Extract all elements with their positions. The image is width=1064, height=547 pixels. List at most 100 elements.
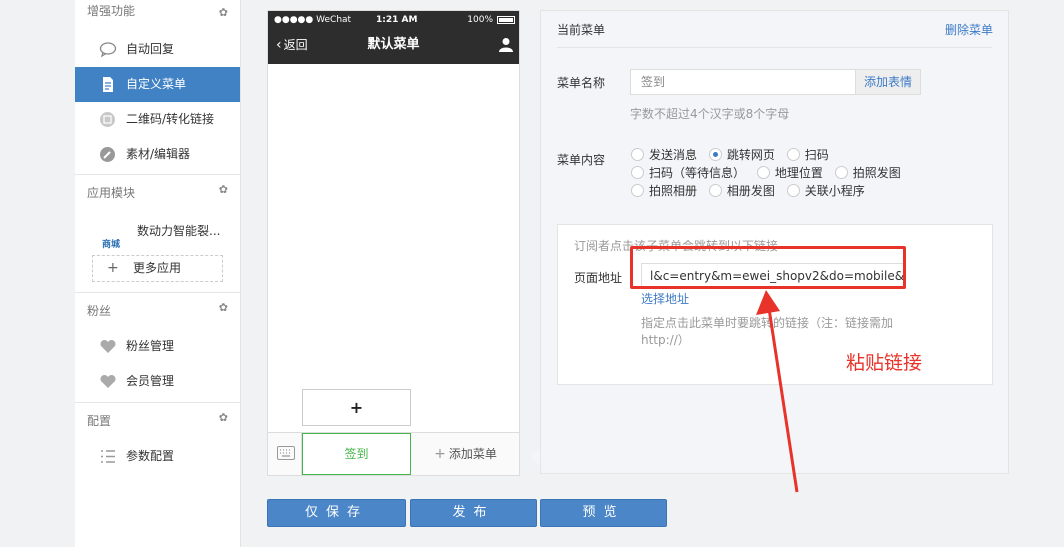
menu-name-hint: 字数不超过4个汉字或8个字母 xyxy=(630,107,790,121)
sidebar-item-label: 自动回复 xyxy=(126,42,175,56)
menu-name-input[interactable]: 签到 xyxy=(630,69,856,95)
sidebar-item-custom-menu[interactable]: 自定义菜单 xyxy=(75,67,240,102)
radio-dot xyxy=(786,184,800,197)
add-submenu-button[interactable]: + xyxy=(302,389,411,426)
radio-jump-webpage[interactable]: 跳转网页 xyxy=(708,147,775,165)
sidebar-item-label: 数动力智能裂... xyxy=(137,224,221,238)
list-icon xyxy=(101,450,115,463)
editor-pointer xyxy=(531,448,540,466)
url-hint: 指定点击此菜单时要跳转的链接（注：链接需加http://） xyxy=(641,316,894,347)
pencil-icon xyxy=(100,147,115,162)
radio-scan-wait[interactable]: 扫码（等待信息） xyxy=(631,165,745,183)
radio-dot xyxy=(834,166,848,179)
publish-button[interactable]: 发布 xyxy=(410,499,537,527)
select-url-link[interactable]: 选择地址 xyxy=(641,290,689,307)
sidebar-item-member-manage[interactable]: 会员管理 xyxy=(75,364,240,399)
menu-content-label: 菜单内容 xyxy=(557,153,606,167)
sidebar-item-qrcode[interactable]: 二维码/转化链接 xyxy=(75,102,240,137)
sidebar-item-param-config[interactable]: 参数配置 xyxy=(75,439,240,474)
radio-dot xyxy=(631,148,644,161)
radio-dot xyxy=(756,166,770,179)
menu-editor: 当前菜单 删除菜单 菜单名称 签到 添加表情 字数不超过4个汉字或8个字母 菜单… xyxy=(540,10,1009,474)
radio-label: 关联小程序 xyxy=(804,184,865,198)
heart-icon xyxy=(100,339,116,353)
menu-item-signin[interactable]: 签到 xyxy=(302,433,411,475)
menu-editor-page: 增强功能 ✿ 自动回复 自定义菜单 二维码/转化链接 素材/编辑器 应用模块 ✿… xyxy=(0,0,1064,547)
more-apps-label: 更多应用 xyxy=(133,261,182,275)
sidebar: 增强功能 ✿ 自动回复 自定义菜单 二维码/转化链接 素材/编辑器 应用模块 ✿… xyxy=(75,0,241,547)
add-menu-label: 添加菜单 xyxy=(448,447,497,461)
keyboard-icon xyxy=(277,446,295,460)
radio-photo-album[interactable]: 拍照相册 xyxy=(631,183,697,201)
phone-navbar: ‹ 返回 默认菜单 xyxy=(268,33,519,57)
clock-text: 1:21 AM xyxy=(376,15,418,25)
sidebar-item-fan-manage[interactable]: 粉丝管理 xyxy=(75,329,240,364)
more-apps-button[interactable]: + 更多应用 xyxy=(92,255,223,282)
gear-icon[interactable]: ✿ xyxy=(219,175,228,205)
sidebar-item-label: 自定义菜单 xyxy=(126,77,187,91)
plus-icon: + xyxy=(107,260,119,276)
keyboard-toggle[interactable] xyxy=(268,433,302,475)
url-label: 页面地址 xyxy=(574,271,623,285)
radio-label: 相册发图 xyxy=(726,184,775,198)
radio-label: 拍照发图 xyxy=(852,166,901,180)
gear-icon[interactable]: ✿ xyxy=(219,403,228,433)
highlight-box xyxy=(630,246,906,289)
section-fans-label: 粉丝 xyxy=(87,304,112,318)
section-config-label: 配置 xyxy=(87,414,112,428)
radio-dot xyxy=(786,148,800,161)
section-config: 配置 ✿ xyxy=(75,403,240,439)
phone-header: ●●●●● WeChat 1:21 AM 100% ‹ 返回 默认菜单 xyxy=(268,11,519,64)
radio-label: 扫码 xyxy=(804,148,829,162)
gear-icon[interactable]: ✿ xyxy=(219,293,228,323)
sidebar-item-app[interactable]: 商城 数动力智能裂... xyxy=(75,211,240,251)
section-apps-label: 应用模块 xyxy=(87,186,136,200)
phone-title: 默认菜单 xyxy=(367,37,420,52)
radio-dot xyxy=(631,166,644,179)
delete-menu-link[interactable]: 删除菜单 xyxy=(945,21,993,38)
radio-scan[interactable]: 扫码 xyxy=(786,147,829,165)
menu-content-options: 发送消息 跳转网页 扫码 扫码（等待信息） 地理位置 拍照发图 拍照相册 相册发… xyxy=(631,147,961,201)
phone-menu-bar: 签到 + 添加菜单 xyxy=(268,432,519,475)
section-apps: 应用模块 ✿ xyxy=(75,175,240,211)
section-enhance-label: 增强功能 xyxy=(87,4,136,18)
radio-location[interactable]: 地理位置 xyxy=(756,165,823,183)
radio-dot xyxy=(631,184,644,197)
phone-preview: ●●●●● WeChat 1:21 AM 100% ‹ 返回 默认菜单 + 签到 … xyxy=(267,10,520,476)
radio-label: 发送消息 xyxy=(649,148,698,162)
qrcode-icon xyxy=(100,112,115,127)
radio-label: 地理位置 xyxy=(774,166,823,180)
radio-send-message[interactable]: 发送消息 xyxy=(631,147,697,165)
sidebar-item-label: 参数配置 xyxy=(126,449,175,463)
speech-bubble-icon xyxy=(99,42,117,58)
menu-name-label: 菜单名称 xyxy=(557,76,606,90)
editor-title: 当前菜单 xyxy=(557,23,606,37)
sidebar-item-label: 素材/编辑器 xyxy=(126,147,191,161)
gear-icon[interactable]: ✿ xyxy=(219,2,228,24)
radio-mini-program[interactable]: 关联小程序 xyxy=(786,183,865,201)
radio-label: 拍照相册 xyxy=(649,184,698,198)
heart-icon xyxy=(100,374,116,388)
radio-album[interactable]: 相册发图 xyxy=(708,183,775,201)
user-icon[interactable] xyxy=(499,37,513,52)
plus-icon: + xyxy=(434,446,446,462)
section-enhance: 增强功能 ✿ xyxy=(75,0,240,32)
save-button[interactable]: 仅保存 xyxy=(267,499,406,527)
preview-button[interactable]: 预览 xyxy=(540,499,667,527)
radio-photo[interactable]: 拍照发图 xyxy=(834,165,901,183)
radio-dot xyxy=(708,184,722,197)
add-emoji-button[interactable]: 添加表情 xyxy=(855,69,921,95)
radio-label: 跳转网页 xyxy=(726,148,775,162)
carrier-text: ●●●●● WeChat xyxy=(274,15,352,25)
divider xyxy=(557,47,992,48)
document-icon xyxy=(103,77,113,92)
section-fans: 粉丝 ✿ xyxy=(75,293,240,329)
battery-text: 100% xyxy=(467,15,493,25)
sidebar-item-auto-reply[interactable]: 自动回复 xyxy=(75,32,240,67)
battery-icon xyxy=(497,16,515,24)
sidebar-item-label: 粉丝管理 xyxy=(126,339,175,353)
add-menu-button[interactable]: + 添加菜单 xyxy=(411,433,520,475)
sidebar-item-material[interactable]: 素材/编辑器 xyxy=(75,137,240,172)
sidebar-item-label: 二维码/转化链接 xyxy=(126,112,215,126)
annotation-text: 粘贴链接 xyxy=(846,352,923,374)
